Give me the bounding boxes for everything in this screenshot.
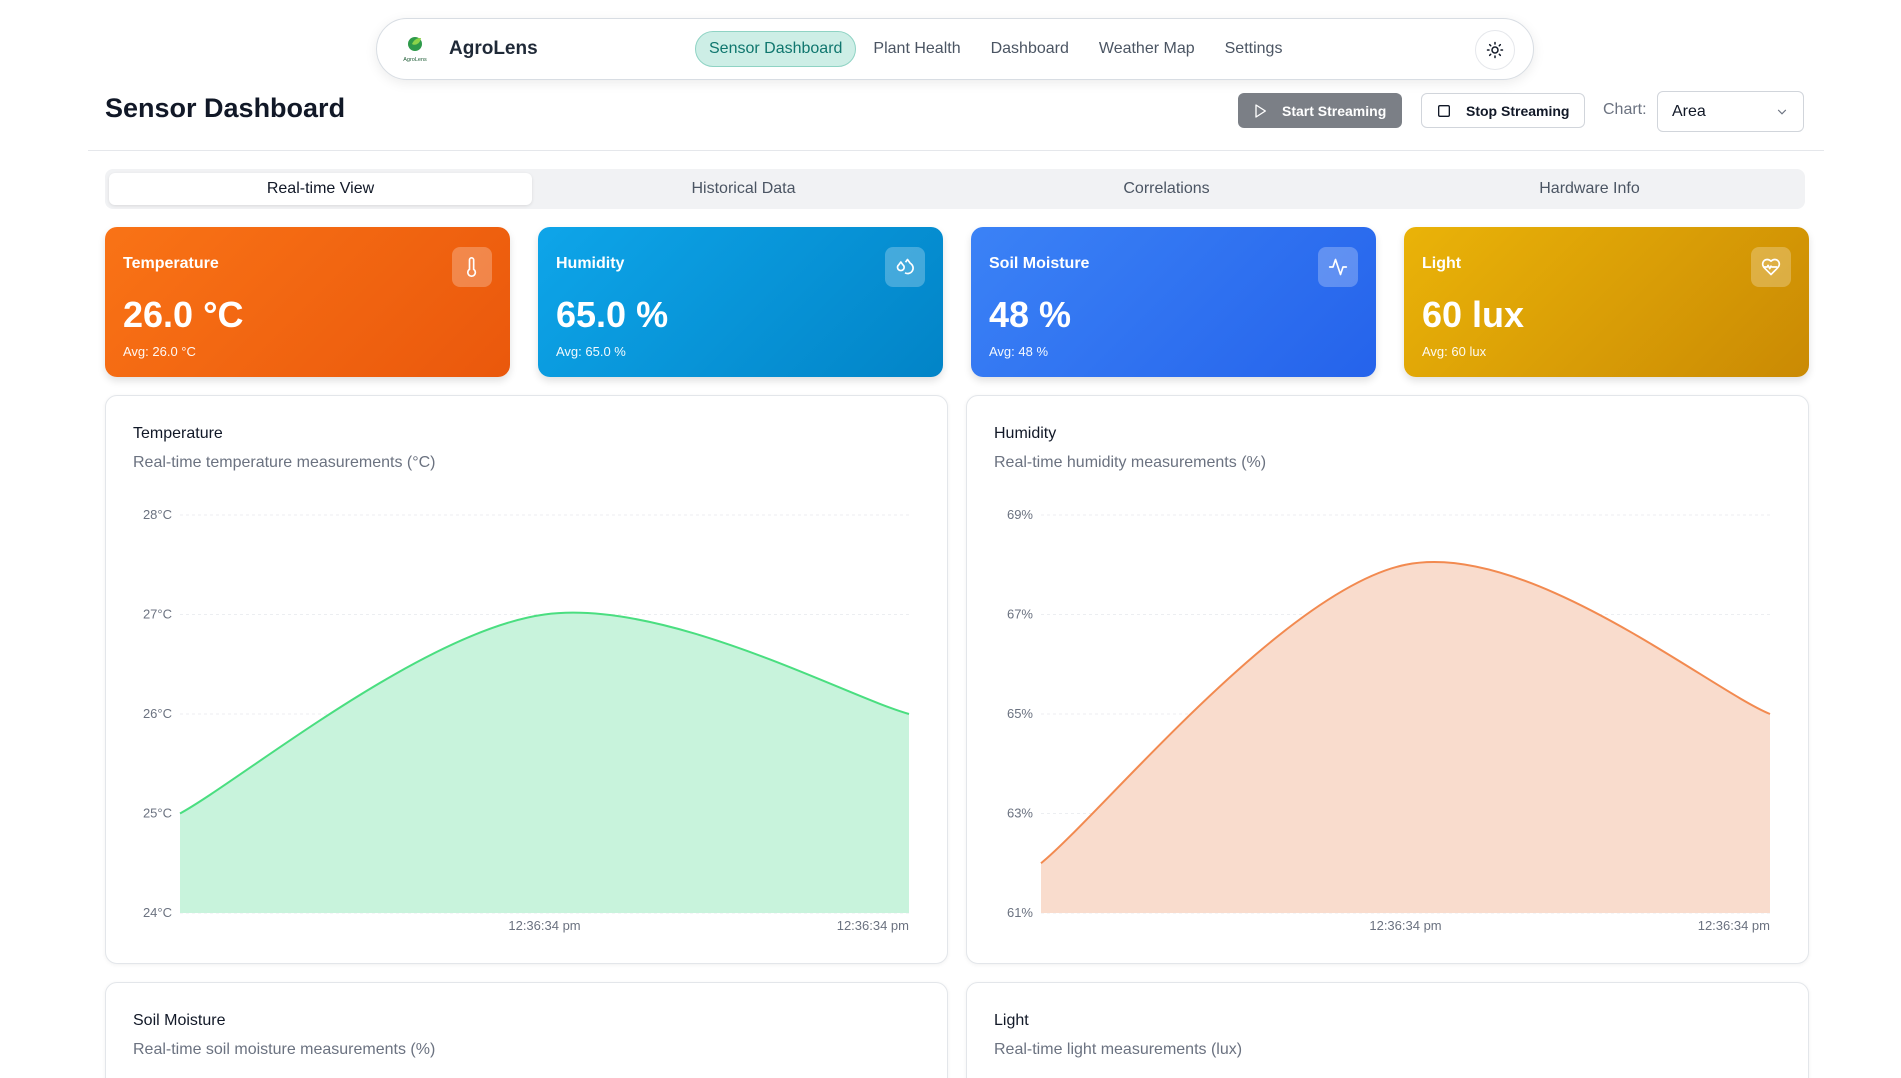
y-tick-label: 69% <box>1007 507 1033 522</box>
x-tick-label: 12:36:34 pm <box>1698 918 1770 933</box>
nav-settings[interactable]: Settings <box>1212 32 1296 66</box>
humidity-chart-card: Humidity Real-time humidity measurements… <box>966 395 1809 964</box>
stat-value: 60 lux <box>1422 294 1525 335</box>
temperature-area-chart: 24°C 25°C 26°C 27°C 28°C 12:36:34 pm 12:36:34 … <box>143 507 910 933</box>
tab-correlations[interactable]: Correlations <box>955 173 1378 205</box>
stat-title: Temperature <box>123 255 219 272</box>
nav-weather-map[interactable]: Weather Map <box>1086 32 1208 66</box>
temperature-chart-card: Temperature Real-time temperature measur… <box>105 395 948 964</box>
agrolens-logo: AgroLens <box>403 37 427 63</box>
sun-icon <box>1486 41 1504 59</box>
stat-value: 48 % <box>989 294 1072 335</box>
start-streaming-label: Start Streaming <box>1282 102 1387 119</box>
stat-card-humidity: Humidity 65.0 % Avg: 65.0 % <box>538 227 943 377</box>
y-tick-label: 28°C <box>143 507 172 522</box>
play-icon <box>1255 103 1266 118</box>
droplets-icon <box>885 247 925 287</box>
card-subtitle: Real-time soil moisture measurements (%) <box>133 1041 436 1058</box>
nav-plant-health[interactable]: Plant Health <box>860 32 973 66</box>
nav-dashboard[interactable]: Dashboard <box>978 32 1082 66</box>
stat-title: Humidity <box>556 255 625 272</box>
heart-pulse-icon <box>1751 247 1791 287</box>
soil-moisture-chart-card: Soil Moisture Real-time soil moisture me… <box>105 982 948 1078</box>
stat-title: Light <box>1422 255 1462 272</box>
brand-name: AgroLens <box>449 38 538 59</box>
stat-average: Avg: 48 % <box>989 344 1049 359</box>
view-tabs: Real-time View Historical Data Correlati… <box>105 169 1805 209</box>
x-tick-label: 12:36:34 pm <box>508 918 580 933</box>
chart-type-select[interactable]: Area <box>1657 91 1804 132</box>
chart-type-value: Area <box>1672 102 1706 120</box>
x-tick-label: 12:36:34 pm <box>1369 918 1441 933</box>
thermometer-icon <box>452 247 492 287</box>
stop-streaming-button[interactable]: Stop Streaming <box>1421 93 1585 128</box>
chevron-down-icon <box>1777 109 1787 115</box>
y-tick-label: 67% <box>1007 607 1033 622</box>
stat-average: Avg: 60 lux <box>1422 344 1487 359</box>
card-title: Soil Moisture <box>133 1012 226 1029</box>
humidity-area-chart: 61% 63% 65% 67% 69% 12:36:34 pm 12:36:34 pm <box>1007 507 1771 933</box>
nav-links: Sensor Dashboard Plant Health Dashboard … <box>695 31 1295 67</box>
stop-streaming-label: Stop Streaming <box>1466 102 1570 119</box>
top-navigation: AgroLens AgroLens Sensor Dashboard Plant… <box>376 18 1534 80</box>
tab-historical-data[interactable]: Historical Data <box>532 173 955 205</box>
logo-text: AgroLens <box>403 57 427 63</box>
start-streaming-button[interactable]: Start Streaming <box>1238 93 1402 128</box>
tab-hardware-info[interactable]: Hardware Info <box>1378 173 1801 205</box>
stat-value: 26.0 °C <box>123 294 244 335</box>
stat-card-light: Light 60 lux Avg: 60 lux <box>1404 227 1809 377</box>
stat-card-temperature: Temperature 26.0 °C Avg: 26.0 °C <box>105 227 510 377</box>
stat-title: Soil Moisture <box>989 255 1090 272</box>
y-tick-label: 26°C <box>143 706 172 721</box>
stat-average: Avg: 65.0 % <box>556 344 626 359</box>
card-title: Light <box>994 1012 1029 1029</box>
page-title: Sensor Dashboard <box>105 93 346 123</box>
stat-average: Avg: 26.0 °C <box>123 344 196 359</box>
area-fill <box>180 612 909 913</box>
header-divider <box>88 150 1824 151</box>
y-tick-label: 61% <box>1007 905 1033 920</box>
x-tick-label: 12:36:34 pm <box>837 918 909 933</box>
chart-type-label: Chart: <box>1603 101 1647 118</box>
card-subtitle: Real-time light measurements (lux) <box>994 1041 1243 1058</box>
y-tick-label: 25°C <box>143 806 172 821</box>
y-tick-label: 24°C <box>143 905 172 920</box>
tab-real-time-view[interactable]: Real-time View <box>109 173 532 205</box>
nav-sensor-dashboard[interactable]: Sensor Dashboard <box>695 31 857 67</box>
y-tick-label: 27°C <box>143 607 172 622</box>
y-tick-label: 63% <box>1007 806 1033 821</box>
y-tick-label: 65% <box>1007 706 1033 721</box>
activity-icon <box>1318 247 1358 287</box>
light-chart-card: Light Real-time light measurements (lux) <box>966 982 1809 1078</box>
stat-card-soil-moisture: Soil Moisture 48 % Avg: 48 % <box>971 227 1376 377</box>
stat-value: 65.0 % <box>556 294 669 335</box>
stop-icon <box>1438 104 1450 117</box>
theme-toggle-button[interactable] <box>1475 30 1515 70</box>
